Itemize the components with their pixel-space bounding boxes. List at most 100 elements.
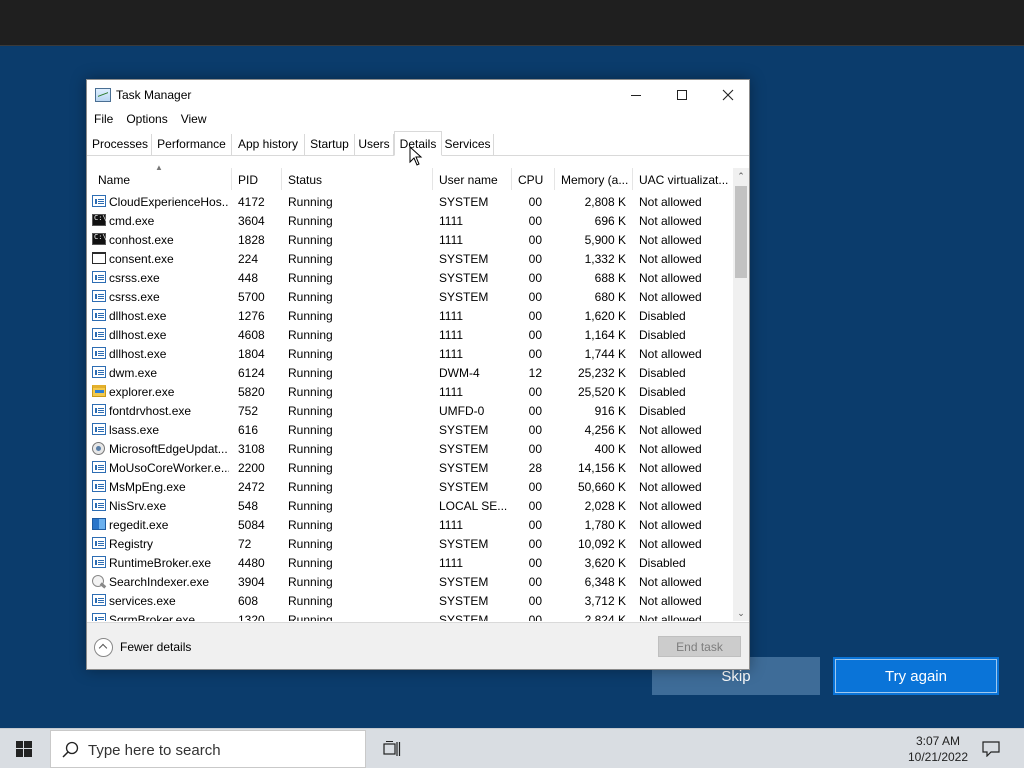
cell-pid: 1320	[238, 613, 265, 621]
column-cpu[interactable]: CPU	[513, 168, 555, 190]
cell-uac: Disabled	[639, 404, 686, 418]
cell-uac: Disabled	[639, 328, 686, 342]
chevron-up-icon[interactable]	[94, 638, 113, 657]
column-uac-virtualization[interactable]: UAC virtualizat...	[634, 168, 733, 190]
cell-name: consent.exe	[109, 252, 174, 266]
try-again-button[interactable]: Try again	[833, 657, 999, 695]
maximize-button[interactable]	[659, 80, 705, 110]
process-app-icon	[92, 290, 106, 302]
cell-status: Running	[288, 423, 333, 437]
table-row[interactable]: MoUsoCoreWorker.e... 2200 Running SYSTEM 28 1…	[87, 458, 733, 477]
process-window-icon	[92, 252, 106, 264]
cell-mem: 1,780 K	[584, 518, 626, 532]
cell-name: regedit.exe	[109, 518, 169, 532]
table-row[interactable]: lsass.exe 616 Running SYSTEM 00 4,256 K Not al…	[87, 420, 733, 439]
tab-app-history[interactable]: App history	[232, 134, 305, 155]
taskbar-search-box[interactable]: Type here to search	[50, 730, 366, 768]
table-row[interactable]: regedit.exe 5084 Running 1111 00 1,780 K Not a…	[87, 515, 733, 534]
cell-pid: 1828	[238, 233, 265, 247]
cell-cpu: 00	[528, 518, 542, 532]
cell-cpu: 00	[528, 404, 542, 418]
vertical-scrollbar[interactable]: ⌃ ⌄	[733, 168, 749, 621]
table-row[interactable]: csrss.exe 5700 Running SYSTEM 00 680 K Not all…	[87, 287, 733, 306]
cell-pid: 616	[238, 423, 259, 437]
menu-file[interactable]: File	[87, 110, 119, 130]
table-row[interactable]: NisSrv.exe 548 Running LOCAL SE... 00 2,028 K…	[87, 496, 733, 515]
cell-name: CloudExperienceHos...	[109, 195, 229, 209]
menu-options[interactable]: Options	[119, 110, 173, 130]
column-memory[interactable]: Memory (a...	[556, 168, 633, 190]
notification-button[interactable]	[980, 729, 1002, 768]
table-row[interactable]: SgrmBroker.exe 1320 Running SYSTEM 00 2,824 K…	[87, 610, 733, 621]
cell-pid: 2200	[238, 461, 265, 475]
end-task-button[interactable]: End task	[658, 636, 741, 657]
cell-uac: Not allowed	[639, 594, 702, 608]
scroll-up-icon[interactable]: ⌃	[733, 168, 749, 184]
cell-pid: 1804	[238, 347, 265, 361]
column-status[interactable]: Status	[283, 168, 433, 190]
cell-name: MoUsoCoreWorker.e...	[109, 461, 229, 475]
table-row[interactable]: dllhost.exe 4608 Running 1111 00 1,164 K Disab…	[87, 325, 733, 344]
cell-user: 1111	[439, 347, 464, 361]
tab-performance[interactable]: Performance	[152, 134, 232, 155]
cell-uac: Not allowed	[639, 461, 702, 475]
cell-pid: 3904	[238, 575, 265, 589]
table-row[interactable]: csrss.exe 448 Running SYSTEM 00 688 K Not allo…	[87, 268, 733, 287]
cell-cpu: 00	[528, 480, 542, 494]
process-app-icon	[92, 594, 106, 606]
tab-users[interactable]: Users	[355, 134, 394, 155]
table-row[interactable]: services.exe 608 Running SYSTEM 00 3,712 K Not…	[87, 591, 733, 610]
cell-pid: 752	[238, 404, 259, 418]
column-pid[interactable]: PID	[233, 168, 282, 190]
table-row[interactable]: MicrosoftEdgeUpdat... 3108 Running SYSTEM 00…	[87, 439, 733, 458]
table-row[interactable]: dllhost.exe 1804 Running 1111 00 1,744 K Not a…	[87, 344, 733, 363]
title-bar[interactable]: Task Manager	[87, 80, 749, 110]
process-list: CloudExperienceHos... 4172 Running SYSTEM 00…	[87, 192, 733, 621]
table-row[interactable]: fontdrvhost.exe 752 Running UMFD-0 00 916 K Di…	[87, 401, 733, 420]
search-icon	[62, 741, 79, 758]
table-row[interactable]: Registry 72 Running SYSTEM 00 10,092 K Not all…	[87, 534, 733, 553]
task-view-button[interactable]	[374, 729, 410, 768]
cell-user: SYSTEM	[439, 290, 489, 304]
cell-mem: 4,256 K	[584, 423, 626, 437]
cell-cpu: 00	[528, 537, 542, 551]
tab-startup[interactable]: Startup	[305, 134, 355, 155]
tab-services[interactable]: Services	[442, 134, 494, 155]
cell-cpu: 00	[528, 214, 542, 228]
cell-uac: Not allowed	[639, 271, 702, 285]
cell-status: Running	[288, 613, 333, 621]
process-app-icon	[92, 404, 106, 416]
process-app-icon	[92, 309, 106, 321]
task-manager-icon	[95, 88, 111, 102]
fewer-details-link[interactable]: Fewer details	[120, 640, 191, 654]
cell-name: RuntimeBroker.exe	[109, 556, 212, 570]
table-row[interactable]: RuntimeBroker.exe 4480 Running 1111 00 3,620 …	[87, 553, 733, 572]
cell-name: services.exe	[109, 594, 176, 608]
start-button[interactable]	[0, 729, 48, 768]
scroll-thumb[interactable]	[735, 186, 747, 278]
scroll-down-icon[interactable]: ⌄	[733, 605, 749, 621]
cell-status: Running	[288, 556, 333, 570]
table-row[interactable]: dwm.exe 6124 Running DWM-4 12 25,232 K Disable…	[87, 363, 733, 382]
cell-name: lsass.exe	[109, 423, 160, 437]
system-clock[interactable]: 3:07 AM 10/21/2022	[902, 733, 974, 765]
cell-cpu: 00	[528, 423, 542, 437]
cell-uac: Not allowed	[639, 290, 702, 304]
column-user-name[interactable]: User name	[434, 168, 512, 190]
column-name[interactable]: Name	[93, 168, 232, 190]
table-row[interactable]: CloudExperienceHos... 4172 Running SYSTEM 00…	[87, 192, 733, 211]
table-row[interactable]: SearchIndexer.exe 3904 Running SYSTEM 00 6,34…	[87, 572, 733, 591]
cell-status: Running	[288, 461, 333, 475]
menu-view[interactable]: View	[174, 110, 213, 130]
table-row[interactable]: conhost.exe 1828 Running 1111 00 5,900 K Not a…	[87, 230, 733, 249]
table-row[interactable]: cmd.exe 3604 Running 1111 00 696 K Not allowed	[87, 211, 733, 230]
cell-mem: 25,232 K	[577, 366, 626, 380]
minimize-button[interactable]	[613, 80, 659, 110]
process-gear-icon	[92, 442, 105, 455]
table-row[interactable]: MsMpEng.exe 2472 Running SYSTEM 00 50,660 K No…	[87, 477, 733, 496]
table-row[interactable]: dllhost.exe 1276 Running 1111 00 1,620 K Disab…	[87, 306, 733, 325]
table-row[interactable]: explorer.exe 5820 Running 1111 00 25,520 K Dis…	[87, 382, 733, 401]
table-row[interactable]: consent.exe 224 Running SYSTEM 00 1,332 K Not …	[87, 249, 733, 268]
close-button[interactable]	[705, 80, 751, 110]
tab-processes[interactable]: Processes	[89, 134, 152, 155]
